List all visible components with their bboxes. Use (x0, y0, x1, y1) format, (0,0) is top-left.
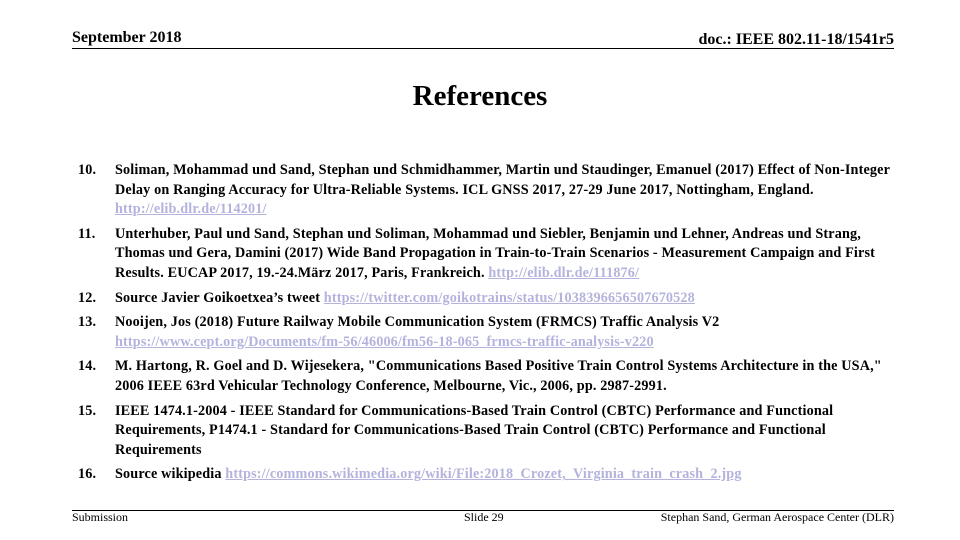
slide-title: References (412, 80, 548, 112)
header-doc-id: doc.: IEEE 802.11-18/1541r5 (698, 31, 894, 48)
reference-link[interactable]: https://www.cept.org/Documents/fm-56/460… (115, 334, 654, 350)
footer-author: Stephan Sand, German Aerospace Center (D… (660, 510, 894, 524)
reference-number: 14. (78, 358, 97, 375)
reference-number: 12. (78, 289, 97, 306)
footer-slide-number: Slide 29 (464, 510, 504, 524)
reference-item: 11. Unterhuber, Paul und Sand, Stephan un… (78, 225, 898, 284)
reference-item: 10. Soliman, Mohammad und Sand, Stephan u… (78, 161, 898, 220)
reference-number: 11. (78, 225, 96, 242)
reference-item: 14. M. Hartong, R. Goel and D. Wijesekera… (78, 357, 898, 396)
reference-link[interactable]: http://elib.dlr.de/111876/ (488, 265, 639, 281)
reference-text: IEEE 1474.1-2004 - IEEE Standard for Com… (115, 402, 834, 458)
reference-item: 12. Source Javier Goikoetxea’s tweet http… (78, 289, 898, 309)
reference-number: 10. (78, 162, 97, 178)
header-date: September 2018 (72, 29, 182, 46)
reference-text: M. Hartong, R. Goel and D. Wijesekera, "… (115, 358, 882, 394)
reference-item: 15. IEEE 1474.1-2004 - IEEE Standard for … (78, 402, 898, 461)
reference-text: Source Javier Goikoetxea’s tweet (115, 289, 324, 306)
reference-link[interactable]: http://elib.dlr.de/114201/ (115, 201, 267, 217)
reference-list: 10. Soliman, Mohammad und Sand, Stephan u… (78, 161, 898, 490)
reference-text: Soliman, Mohammad und Sand, Stephan und … (115, 162, 890, 198)
reference-text: Source wikipedia (115, 466, 226, 483)
header-rule (72, 48, 894, 49)
reference-number: 16. (78, 466, 97, 483)
reference-item: 13. Nooijen, Jos (2018) Future Railway Mo… (78, 313, 898, 352)
reference-number: 15. (78, 402, 97, 419)
reference-item: 16. Source wikipedia https://commons.wiki… (78, 465, 898, 485)
reference-number: 13. (78, 314, 97, 331)
reference-link[interactable]: https://twitter.com/goikotrains/status/1… (324, 290, 695, 306)
reference-text: Nooijen, Jos (2018) Future Railway Mobil… (115, 314, 720, 331)
reference-link[interactable]: https://commons.wikimedia.org/wiki/File:… (225, 466, 741, 482)
footer-submission: Submission (72, 510, 129, 524)
